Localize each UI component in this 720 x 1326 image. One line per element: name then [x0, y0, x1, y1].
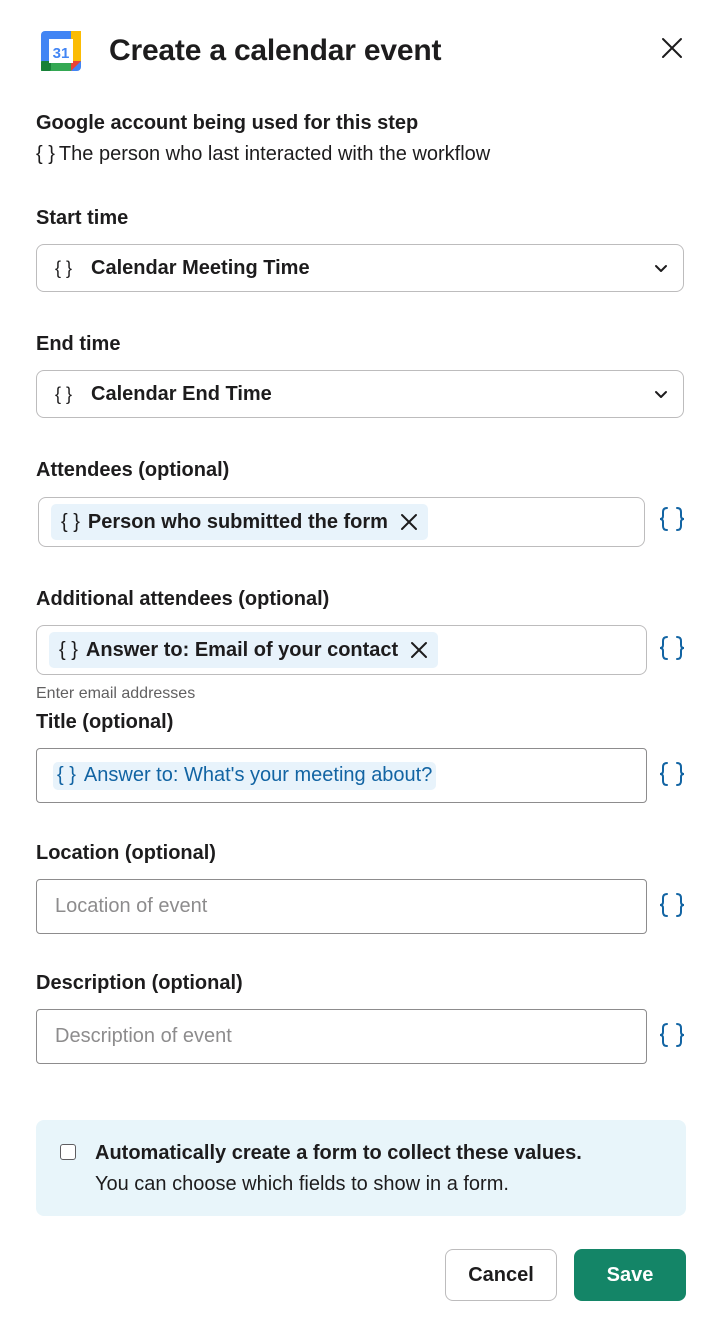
- variable-braces-icon: [659, 1023, 685, 1047]
- attendees-input[interactable]: { } Person who submitted the form: [38, 497, 645, 547]
- auto-form-panel: [36, 1120, 686, 1216]
- end-time-select[interactable]: { } Calendar End Time: [36, 370, 684, 418]
- start-time-value: Calendar Meeting Time: [91, 256, 310, 279]
- variable-braces-icon: [659, 762, 685, 786]
- additional-attendee-chip: { } Answer to: Email of your contact: [49, 632, 439, 668]
- title-label: Title (optional): [36, 711, 174, 733]
- end-time-value: Calendar End Time: [91, 382, 272, 405]
- close-icon: [662, 38, 682, 58]
- location-label: Location (optional): [36, 842, 216, 864]
- attendee-chip: { } Person who submitted the form: [51, 504, 428, 540]
- variable-braces-icon: [659, 507, 685, 531]
- additional-attendees-label: Additional attendees (optional): [36, 588, 330, 610]
- logo-number: 31: [53, 45, 70, 62]
- description-label: Description (optional): [36, 972, 243, 994]
- save-button[interactable]: Save: [574, 1249, 686, 1301]
- end-time-label: End time: [36, 333, 121, 355]
- chevron-down-icon: [655, 265, 667, 272]
- variable-braces-icon: [659, 636, 685, 660]
- account-label: Google account being used for this step: [36, 112, 419, 134]
- remove-chip-icon[interactable]: [400, 513, 418, 531]
- title-input[interactable]: { } Answer to: What's your meeting about…: [36, 748, 647, 803]
- cancel-button[interactable]: Cancel: [445, 1249, 557, 1301]
- additional-attendees-input[interactable]: { } Answer to: Email of your contact: [36, 625, 647, 675]
- variable-braces-icon: { }: [59, 638, 78, 661]
- additional-attendees-help: Enter email addresses: [36, 685, 196, 702]
- location-placeholder: Location of event: [55, 895, 208, 917]
- variable-braces-icon: { }: [55, 383, 73, 404]
- variable-braces-icon: { }: [36, 143, 55, 165]
- auto-form-subtitle: You can choose which fields to show in a…: [95, 1173, 509, 1195]
- location-input[interactable]: Location of event: [36, 879, 647, 934]
- chevron-down-icon: [655, 391, 667, 398]
- insert-variable-button[interactable]: [656, 1019, 688, 1051]
- insert-variable-button[interactable]: [656, 758, 688, 790]
- auto-form-title: Automatically create a form to collect t…: [95, 1142, 582, 1164]
- description-placeholder: Description of event: [55, 1025, 232, 1047]
- variable-braces-icon: { }: [57, 764, 76, 786]
- insert-variable-button[interactable]: [656, 503, 688, 535]
- start-time-select[interactable]: { } Calendar Meeting Time: [36, 244, 684, 292]
- attendees-label: Attendees (optional): [36, 459, 230, 481]
- variable-braces-icon: [659, 893, 685, 917]
- variable-braces-icon: { }: [55, 257, 73, 278]
- variable-braces-icon: { }: [61, 510, 80, 533]
- start-time-label: Start time: [36, 207, 129, 229]
- insert-variable-button[interactable]: [656, 632, 688, 664]
- description-input[interactable]: Description of event: [36, 1009, 647, 1064]
- account-value: { } The person who last interacted with t…: [36, 143, 491, 165]
- remove-chip-icon[interactable]: [410, 641, 428, 659]
- auto-form-checkbox[interactable]: [60, 1144, 76, 1160]
- page-title: Create a calendar event: [109, 34, 442, 67]
- close-button[interactable]: [656, 32, 688, 64]
- title-variable-chip: { } Answer to: What's your meeting about…: [53, 761, 437, 790]
- google-calendar-icon: 31: [41, 31, 81, 71]
- insert-variable-button[interactable]: [656, 889, 688, 921]
